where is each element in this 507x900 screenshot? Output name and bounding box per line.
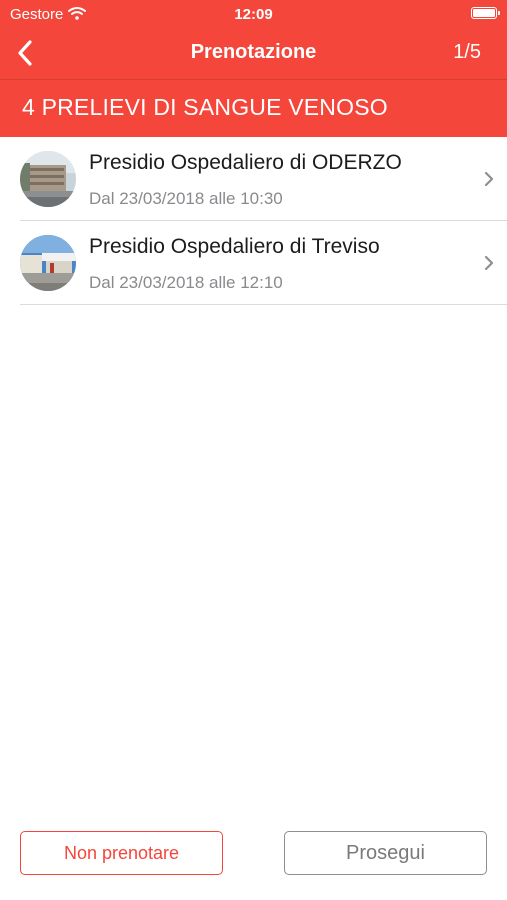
hospital-photo-treviso <box>20 235 76 291</box>
list-item-oderzo[interactable]: Presidio Ospedaliero di ODERZO Dal 23/03… <box>0 137 507 221</box>
battery-icon <box>471 7 500 19</box>
header-divider <box>0 79 507 80</box>
availability-text: Dal 23/03/2018 alle 10:30 <box>89 189 283 208</box>
header: Gestore 12:09 Prenotazione 1/5 4 PRELIEV… <box>0 0 507 137</box>
chevron-right-icon <box>484 255 494 271</box>
location-name: Presidio Ospedaliero di ODERZO <box>89 151 402 174</box>
step-indicator: 1/5 <box>453 41 481 63</box>
hospital-photo-oderzo <box>20 151 76 207</box>
section-title: 4 PRELIEVI DI SANGUE VENOSO <box>22 94 388 120</box>
availability-text: Dal 23/03/2018 alle 12:10 <box>89 273 283 292</box>
list-item-treviso[interactable]: Presidio Ospedaliero di Treviso Dal 23/0… <box>0 221 507 305</box>
continue-button[interactable]: Prosegui <box>284 831 487 875</box>
chevron-right-icon <box>484 171 494 187</box>
navigation-bar: Prenotazione 1/5 <box>0 28 507 78</box>
location-list: Presidio Ospedaliero di ODERZO Dal 23/03… <box>0 137 507 305</box>
skip-booking-button[interactable]: Non prenotare <box>20 831 223 875</box>
status-bar: Gestore 12:09 <box>0 0 507 28</box>
location-name: Presidio Ospedaliero di Treviso <box>89 235 380 258</box>
status-time: 12:09 <box>234 6 273 23</box>
page-title: Prenotazione <box>190 41 317 63</box>
row-divider <box>20 304 507 305</box>
